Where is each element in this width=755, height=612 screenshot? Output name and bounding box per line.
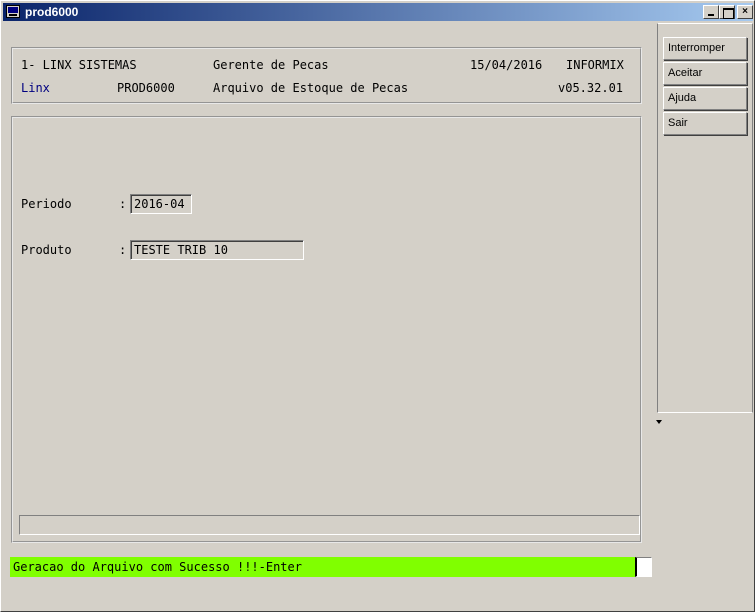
close-button[interactable]: × [737,5,753,19]
company-name: 1- LINX SISTEMAS [21,58,137,72]
database-name: INFORMIX [566,58,624,72]
interromper-button[interactable]: Interromper [663,37,747,60]
inner-status-field [19,515,640,535]
produto-colon: : [119,243,127,257]
app-window: prod6000 × 1- LINX SISTEMAS Gerente de P… [0,0,755,612]
periodo-label: Periodo [21,197,72,211]
minimize-button[interactable] [703,5,719,19]
program-code: PROD6000 [117,81,175,95]
status-message: Geracao do Arquivo com Sucesso !!!-Enter [10,557,636,577]
program-description: Arquivo de Estoque de Pecas [213,81,409,95]
ajuda-button[interactable]: Ajuda [663,87,747,110]
periodo-input[interactable]: 2016-04 [130,194,192,214]
window-title: prod6000 [25,5,79,19]
header-panel: 1- LINX SISTEMAS Gerente de Pecas 15/04/… [11,47,642,104]
maximize-button[interactable] [719,5,735,19]
title-bar[interactable]: prod6000 × [3,3,753,21]
sair-button[interactable]: Sair [663,112,747,135]
aceitar-button[interactable]: Aceitar [663,62,747,85]
produto-label: Produto [21,243,72,257]
current-date: 15/04/2016 [470,58,543,72]
close-icon: × [742,6,748,17]
brand-label: Linx [21,81,50,95]
form-panel: Periodo : 2016-04 Produto : TESTE TRIB 1… [11,116,642,543]
module-name: Gerente de Pecas [213,58,329,72]
app-icon[interactable] [6,5,20,18]
version-label: v05.32.01 [558,81,624,95]
panel-resize-arrow-icon [656,420,662,424]
status-input-cursor[interactable] [635,557,652,577]
produto-input[interactable]: TESTE TRIB 10 [130,240,304,260]
periodo-colon: : [119,197,127,211]
